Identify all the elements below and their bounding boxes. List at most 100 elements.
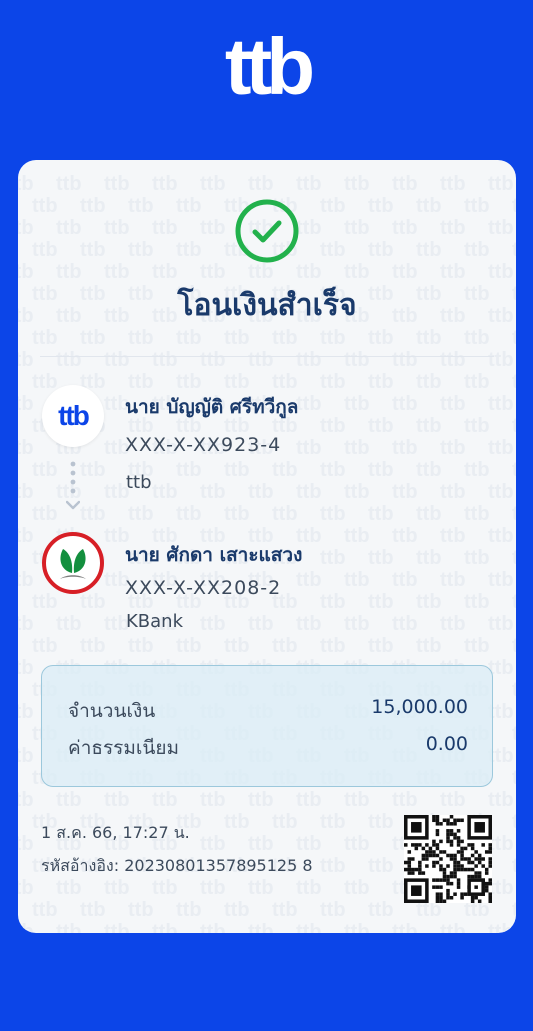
divider (40, 356, 494, 357)
svg-text:ttb: ttb (248, 349, 274, 371)
svg-text:ttb: ttb (464, 415, 490, 437)
svg-text:ttb: ttb (272, 811, 298, 833)
svg-text:ttb: ttb (392, 921, 418, 933)
svg-text:ttb: ttb (32, 635, 58, 657)
svg-text:ttb: ttb (512, 459, 516, 481)
svg-text:ttb: ttb (440, 393, 466, 415)
svg-text:ttb: ttb (464, 591, 490, 613)
svg-text:ttb: ttb (488, 481, 514, 503)
svg-text:ttb: ttb (152, 349, 178, 371)
svg-text:ttb: ttb (440, 217, 466, 239)
svg-text:ttb: ttb (18, 701, 34, 723)
svg-text:ttb: ttb (32, 591, 58, 613)
receiver-bank-logo (42, 532, 104, 594)
svg-text:ttb: ttb (344, 789, 370, 811)
svg-text:ttb: ttb (18, 437, 34, 459)
svg-text:ttb: ttb (464, 371, 490, 393)
svg-text:ttb: ttb (464, 195, 490, 217)
svg-text:ttb: ttb (392, 525, 418, 547)
svg-text:ttb: ttb (104, 349, 130, 371)
svg-text:ttb: ttb (200, 217, 226, 239)
svg-text:ttb: ttb (512, 371, 516, 393)
svg-text:ttb: ttb (320, 547, 346, 569)
svg-text:ttb: ttb (368, 899, 394, 921)
svg-text:ttb: ttb (320, 195, 346, 217)
svg-text:ttb: ttb (128, 635, 154, 657)
svg-text:ttb: ttb (344, 525, 370, 547)
svg-text:ttb: ttb (416, 239, 442, 261)
svg-text:ttb: ttb (104, 789, 130, 811)
svg-text:ttb: ttb (296, 569, 322, 591)
svg-text:ttb: ttb (512, 767, 516, 789)
svg-text:ttb: ttb (512, 547, 516, 569)
svg-text:ttb: ttb (416, 195, 442, 217)
transfer-arrow-icon (66, 461, 80, 510)
svg-text:ttb: ttb (416, 635, 442, 657)
svg-text:ttb: ttb (176, 371, 202, 393)
svg-text:ttb: ttb (272, 635, 298, 657)
svg-text:ttb: ttb (416, 371, 442, 393)
svg-text:ttb: ttb (392, 173, 418, 195)
fee-value: 0.00 (425, 733, 468, 755)
svg-text:ttb: ttb (512, 723, 516, 745)
svg-text:ttb: ttb (128, 239, 154, 261)
svg-text:ttb: ttb (200, 261, 226, 283)
svg-text:ttb: ttb (512, 327, 516, 349)
svg-text:ttb: ttb (224, 327, 250, 349)
svg-text:ttb: ttb (368, 811, 394, 833)
svg-text:ttb: ttb (200, 173, 226, 195)
svg-text:ttb: ttb (368, 547, 394, 569)
svg-text:ttb: ttb (128, 899, 154, 921)
svg-text:ttb: ttb (128, 371, 154, 393)
svg-text:ttb: ttb (368, 327, 394, 349)
svg-text:ttb: ttb (56, 921, 82, 933)
svg-text:ttb: ttb (128, 327, 154, 349)
svg-text:ttb: ttb (248, 833, 274, 855)
sender-account: XXX-X-XX923-4 (125, 434, 282, 456)
reference-number: รหัสอ้างอิง: 20230801357895125 8 (41, 856, 313, 875)
svg-text:ttb: ttb (224, 899, 250, 921)
svg-text:ttb: ttb (344, 481, 370, 503)
svg-text:ttb: ttb (488, 261, 514, 283)
svg-text:ttb: ttb (200, 833, 226, 855)
svg-text:ttb: ttb (18, 393, 34, 415)
svg-text:ttb: ttb (368, 239, 394, 261)
svg-text:ttb: ttb (56, 349, 82, 371)
svg-text:ttb: ttb (320, 591, 346, 613)
svg-text:ttb: ttb (272, 327, 298, 349)
svg-text:ttb: ttb (296, 261, 322, 283)
svg-text:ttb: ttb (416, 459, 442, 481)
sender-bank-logo: ttb (42, 385, 104, 447)
svg-text:ttb: ttb (344, 921, 370, 933)
svg-text:ttb: ttb (440, 569, 466, 591)
svg-text:ttb: ttb (248, 921, 274, 933)
svg-text:ttb: ttb (18, 789, 34, 811)
svg-text:ttb: ttb (392, 437, 418, 459)
svg-text:ttb: ttb (224, 811, 250, 833)
svg-text:ttb: ttb (512, 591, 516, 613)
check-circle-icon (235, 199, 299, 263)
svg-text:ttb: ttb (18, 833, 34, 855)
svg-text:ttb: ttb (56, 613, 82, 635)
receiver-bank: KBank (126, 611, 184, 632)
svg-text:ttb: ttb (176, 459, 202, 481)
svg-text:ttb: ttb (18, 261, 34, 283)
svg-text:ttb: ttb (488, 525, 514, 547)
svg-text:ttb: ttb (80, 503, 106, 525)
svg-text:ttb: ttb (440, 261, 466, 283)
svg-text:ttb: ttb (320, 855, 346, 877)
svg-text:ttb: ttb (416, 327, 442, 349)
svg-text:ttb: ttb (18, 613, 34, 635)
qr-code[interactable] (404, 815, 492, 903)
svg-text:ttb: ttb (56, 173, 82, 195)
svg-text:ttb: ttb (440, 921, 466, 933)
svg-text:ttb: ttb (296, 393, 322, 415)
svg-text:ttb: ttb (152, 217, 178, 239)
svg-text:ttb: ttb (248, 261, 274, 283)
svg-text:ttb: ttb (464, 635, 490, 657)
svg-text:ttb: ttb (344, 437, 370, 459)
svg-text:ttb: ttb (128, 503, 154, 525)
svg-text:ttb: ttb (344, 613, 370, 635)
sender-name: นาย บัญญัติ ศรีทวีกูล (125, 396, 299, 418)
svg-text:ttb: ttb (368, 459, 394, 481)
